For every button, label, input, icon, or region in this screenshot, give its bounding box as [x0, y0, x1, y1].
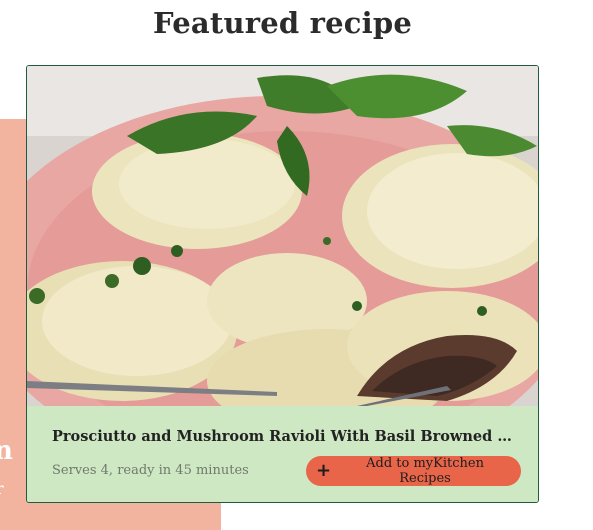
recipe-card[interactable]: Prosciutto and Mushroom Ravioli With Bas… — [26, 65, 539, 503]
plus-icon: + — [316, 460, 332, 481]
featured-recipe-section: n r Featured recipe — [0, 0, 593, 530]
section-heading: Featured recipe — [153, 6, 412, 40]
panel-text-fragment-2: r — [0, 480, 4, 498]
panel-text-fragment: n — [0, 436, 13, 466]
recipe-card-body: Prosciutto and Mushroom Ravioli With Bas… — [27, 406, 538, 502]
recipe-title[interactable]: Prosciutto and Mushroom Ravioli With Bas… — [52, 428, 512, 445]
recipe-meta: Serves 4, ready in 45 minutes — [52, 463, 249, 478]
recipe-photo[interactable] — [27, 66, 538, 406]
add-to-mykitchen-label: Add to myKitchen Recipes — [366, 456, 484, 486]
add-to-mykitchen-button[interactable]: + Add to myKitchen Recipes — [306, 456, 521, 486]
